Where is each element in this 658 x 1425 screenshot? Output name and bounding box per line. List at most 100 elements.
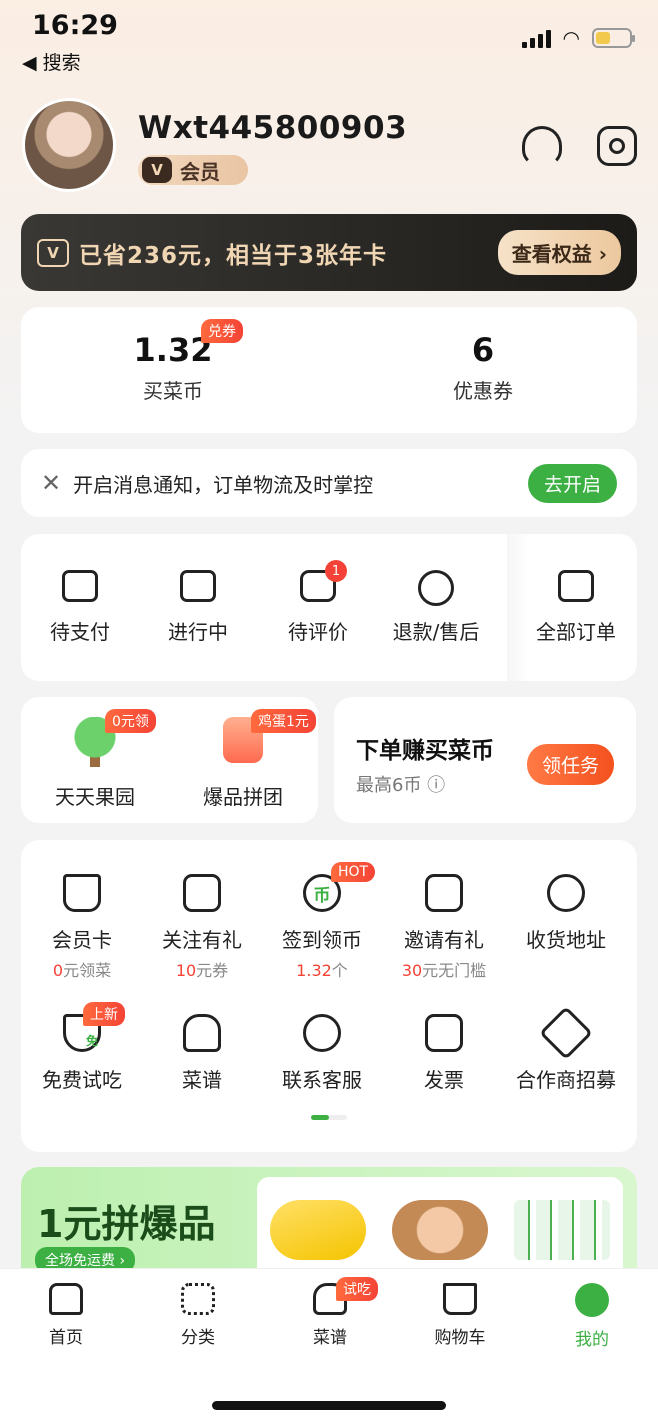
service-sub: 1.32个 [296, 961, 348, 980]
service-free-trial[interactable]: 免 上新 免费试吃 [21, 1002, 143, 1093]
tab-category[interactable]: 分类 [148, 1283, 248, 1348]
service-recipes[interactable]: 菜谱 [141, 1014, 263, 1093]
service-sub: 0元领菜 [52, 961, 112, 980]
status-time: 16:29 [32, 10, 118, 41]
daily-orchard[interactable]: 0元领 天天果园 [25, 709, 165, 810]
notification-prompt: ✕ 开启消息通知，订单物流及时掌控 去开启 [21, 449, 637, 517]
back-to-search-link[interactable]: ◀ 搜索 [22, 48, 81, 75]
headset-icon [303, 1014, 341, 1052]
member-badge[interactable]: V 会员 [138, 155, 248, 185]
order-pending-payment[interactable]: 待支付 [25, 570, 135, 645]
service-label: 邀请有礼 [404, 928, 484, 952]
tab-label: 首页 [49, 1328, 83, 1348]
username: Wxt445800903 [138, 110, 408, 146]
avatar[interactable] [22, 98, 116, 192]
order-label: 全部订单 [536, 620, 616, 644]
tab-me[interactable]: 我的 [542, 1283, 642, 1350]
banana-image [270, 1200, 366, 1260]
status-indicators: ◠ [521, 26, 635, 50]
new-tag: 上新 [83, 1002, 125, 1026]
assets-card: 1.32 买菜币 兑券 6 优惠券 [21, 307, 637, 433]
tab-label: 购物车 [434, 1328, 486, 1348]
clipboard-icon [558, 570, 594, 602]
notification-text: 开启消息通知，订单物流及时掌控 [73, 472, 374, 497]
tab-label: 分类 [181, 1328, 215, 1348]
tab-home[interactable]: 首页 [16, 1283, 116, 1348]
headset-icon[interactable] [522, 126, 562, 166]
savings-text: 已省236元，相当于3张年卡 [79, 242, 388, 269]
order-all[interactable]: 全部订单 [521, 570, 631, 645]
service-invite-gift[interactable]: 邀请有礼 30元无门槛 [383, 874, 505, 981]
banner-products [257, 1177, 623, 1277]
order-to-review[interactable]: 1 待评价 [263, 560, 373, 645]
home-indicator [212, 1401, 446, 1410]
exchange-badge: 兑券 [201, 319, 243, 343]
handshake-icon [539, 1006, 593, 1060]
earn-coins-card[interactable]: 下单赚买菜币 最高6币 ⓘ 领任务 [334, 697, 636, 823]
coins-stat[interactable]: 1.32 买菜币 兑券 [73, 319, 273, 404]
battery-icon [592, 28, 635, 48]
signal-icon [521, 28, 551, 48]
order-label: 进行中 [168, 620, 228, 644]
view-benefits-button[interactable]: 查看权益 › [497, 230, 621, 275]
service-label: 收货地址 [526, 928, 606, 952]
smile-icon [575, 1283, 609, 1317]
hot-group-buy[interactable]: 鸡蛋1元 爆品拼团 [173, 709, 316, 810]
service-customer-support[interactable]: 联系客服 [261, 1014, 383, 1093]
order-in-progress[interactable]: 进行中 [143, 570, 253, 645]
trial-tag: 试吃 [336, 1277, 378, 1301]
coupons-stat[interactable]: 6 优惠券 [383, 331, 583, 404]
service-partner-recruit[interactable]: 合作商招募 [505, 1006, 627, 1093]
envelope-icon [425, 874, 463, 912]
chef-hat-icon [183, 1014, 221, 1052]
service-label: 免费试吃 [42, 1068, 122, 1092]
service-label: 发票 [424, 1068, 464, 1092]
grid-icon [181, 1283, 215, 1315]
service-label: 会员卡 [52, 928, 112, 952]
member-label: 会员 [180, 159, 220, 184]
crown-icon: V [37, 238, 69, 267]
tab-recipes[interactable]: 试吃 菜谱 [280, 1277, 380, 1348]
enable-notifications-button[interactable]: 去开启 [527, 463, 617, 503]
home-icon [49, 1283, 83, 1315]
coupons-value: 6 [471, 331, 495, 369]
wifi-icon: ◠ [562, 26, 580, 50]
wallet-icon [62, 570, 98, 602]
service-label: 关注有礼 [162, 928, 242, 952]
services-grid: 会员卡 0元领菜 关注有礼 10元券 币 HOT 签到领币 1.32个 邀请有礼… [21, 840, 637, 1152]
promo-label: 天天果园 [55, 785, 135, 809]
cart-icon [443, 1283, 477, 1315]
settings-icon[interactable] [597, 126, 637, 166]
order-label: 待评价 [288, 620, 348, 644]
basket-icon [63, 874, 101, 912]
hot-tag: HOT [331, 862, 376, 882]
earn-title: 下单赚买菜币 [356, 738, 494, 764]
service-label: 联系客服 [282, 1068, 362, 1092]
page-indicator [311, 1115, 347, 1120]
coins-value: 1.32 [133, 331, 213, 369]
order-label: 待支付 [50, 620, 110, 644]
order-refund[interactable]: 退款/售后 [381, 570, 491, 645]
service-follow-gift[interactable]: 关注有礼 10元券 [141, 874, 263, 981]
promo-tag: 鸡蛋1元 [251, 709, 316, 733]
service-member-card[interactable]: 会员卡 0元领菜 [21, 874, 143, 981]
service-address[interactable]: 收货地址 [505, 874, 627, 953]
earn-subtitle: 最高6币 ⓘ [356, 775, 446, 796]
service-checkin-coins[interactable]: 币 HOT 签到领币 1.32个 [261, 862, 383, 981]
service-invoice[interactable]: 发票 [383, 1014, 505, 1093]
box-icon [180, 570, 216, 602]
coins-label: 买菜币 [143, 379, 203, 403]
get-task-button[interactable]: 领任务 [526, 744, 614, 785]
tab-cart[interactable]: 购物车 [410, 1283, 510, 1348]
crown-icon: V [142, 157, 172, 183]
close-icon[interactable]: ✕ [41, 469, 61, 497]
location-pin-icon [547, 874, 585, 912]
promo-label: 爆品拼团 [203, 785, 283, 809]
yogurt-drinks-image [514, 1200, 610, 1260]
coupons-label: 优惠券 [453, 379, 513, 403]
eggs-image [392, 1200, 488, 1260]
banner-title: 1元拼爆品 [37, 1202, 216, 1246]
group-buy-banner[interactable]: 1元拼爆品 全场免运费 › [21, 1167, 637, 1277]
savings-banner[interactable]: V 已省236元，相当于3张年卡 查看权益 › [21, 214, 637, 291]
promo-card: 0元领 天天果园 鸡蛋1元 爆品拼团 [21, 697, 318, 823]
